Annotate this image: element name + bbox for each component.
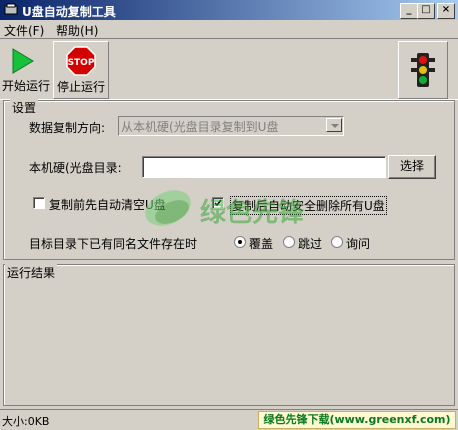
- dir-input[interactable]: [142, 156, 386, 178]
- conflict-label: 目标目录下已有同名文件存在时: [29, 237, 198, 251]
- ask-label: 询问: [346, 237, 371, 251]
- dir-label: 本机硬(光盘目录:: [29, 161, 122, 175]
- direction-label: 数据复制方向:: [29, 121, 106, 135]
- play-icon: [12, 48, 34, 74]
- ask-radio[interactable]: [331, 236, 343, 248]
- minimize-icon: _: [406, 4, 412, 15]
- menu-bar: 文件(F) 帮助(H): [0, 20, 458, 38]
- traffic-light-icon: [411, 53, 435, 87]
- toolbar: 开始运行 STOP 停止运行: [0, 38, 458, 100]
- window-title: U盘自动复制工具: [22, 5, 116, 19]
- maximize-button[interactable]: □: [417, 3, 435, 19]
- settings-group-title: 设置: [10, 99, 39, 116]
- results-group: 运行结果: [3, 264, 455, 406]
- settings-group: 设置 数据复制方向: 从本机硬(光盘目录复制到U盘 本机硬(光盘目录: 选择 复…: [3, 99, 455, 260]
- results-log[interactable]: [5, 279, 453, 403]
- status-bar: 大小:0KB 绿色先锋下载(www.greenxf.com): [0, 409, 458, 430]
- traffic-light-button[interactable]: [398, 41, 448, 99]
- stop-label: 停止运行: [56, 80, 105, 94]
- start-label: 开始运行: [1, 79, 50, 93]
- menu-file[interactable]: 文件(F): [4, 22, 44, 39]
- stop-sign-icon: STOP: [66, 46, 96, 76]
- minimize-button[interactable]: _: [400, 3, 418, 19]
- direction-select[interactable]: 从本机硬(光盘目录复制到U盘: [118, 116, 344, 136]
- browse-button[interactable]: 选择: [388, 155, 436, 179]
- start-button[interactable]: 开始运行: [1, 41, 51, 97]
- menu-help[interactable]: 帮助(H): [56, 22, 98, 39]
- checkmark-icon: [214, 199, 222, 207]
- download-banner[interactable]: 绿色先锋下载(www.greenxf.com): [258, 411, 456, 429]
- safe-delete-label: 复制后自动安全删除所有U盘: [230, 196, 387, 215]
- maximize-icon: □: [421, 4, 431, 15]
- clear-label: 复制前先自动清空U盘: [49, 198, 166, 212]
- overwrite-label: 覆盖: [249, 237, 274, 251]
- close-button[interactable]: ×: [437, 3, 455, 19]
- overwrite-radio[interactable]: [234, 236, 246, 248]
- stop-sign-text: STOP: [68, 58, 95, 68]
- clear-checkbox[interactable]: [33, 197, 45, 209]
- chevron-down-icon[interactable]: [326, 118, 342, 132]
- skip-label: 跳过: [298, 237, 323, 251]
- title-bar[interactable]: U盘自动复制工具 _ □ ×: [0, 0, 458, 20]
- safe-delete-checkbox[interactable]: [212, 197, 224, 209]
- close-icon: ×: [441, 4, 451, 15]
- size-status: 大小:0KB: [2, 415, 50, 428]
- skip-radio[interactable]: [283, 236, 295, 248]
- app-icon: [4, 3, 18, 15]
- direction-value: 从本机硬(光盘目录复制到U盘: [121, 120, 279, 134]
- stop-button[interactable]: STOP 停止运行: [53, 41, 109, 99]
